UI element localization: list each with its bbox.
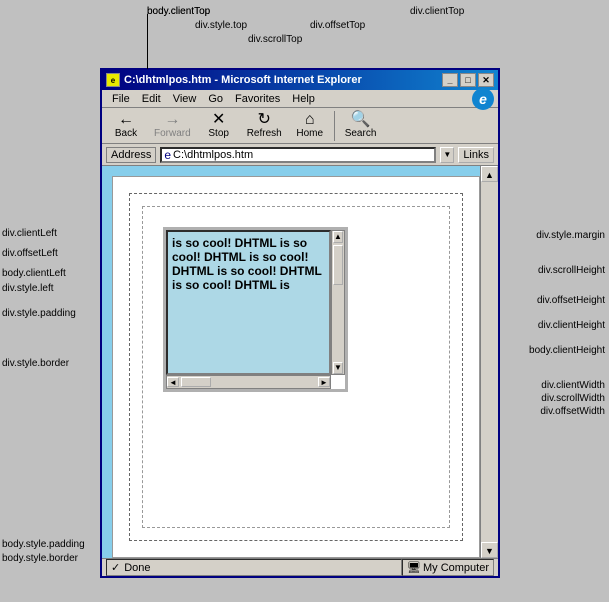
content-scrollbar-v[interactable]: ▲ ▼ <box>480 166 498 558</box>
label-div-client-height: div.clientHeight <box>538 320 605 331</box>
menu-go[interactable]: Go <box>202 91 229 107</box>
content-scroll-down[interactable]: ▼ <box>481 542 498 558</box>
inner-dashed-box: is so cool! DHTML is so cool! DHTML is s… <box>142 206 450 528</box>
address-ie-icon: e <box>164 148 171 162</box>
menu-favorites[interactable]: Favorites <box>229 91 286 107</box>
maximize-button[interactable]: □ <box>460 73 476 87</box>
status-icon: ✓ <box>111 561 120 574</box>
label-body-style-border: body.style.border <box>2 553 78 564</box>
content-scroll-up[interactable]: ▲ <box>481 166 498 182</box>
label-div-scroll-width: div.scrollWidth <box>541 393 605 404</box>
scroll-down-btn[interactable]: ▼ <box>333 362 343 374</box>
status-zone: My Computer <box>423 562 489 574</box>
scroll-hthumb[interactable] <box>181 377 211 387</box>
menu-file[interactable]: File <box>106 91 136 107</box>
title-bar-left: e C:\dhtmlpos.htm - Microsoft Internet E… <box>106 73 362 87</box>
minimize-button[interactable]: _ <box>442 73 458 87</box>
label-div-style-top: div.style.top <box>195 20 247 31</box>
search-icon: 🔍 <box>351 112 371 128</box>
toolbar-separator <box>334 111 335 141</box>
page-content: is so cool! DHTML is so cool! DHTML is s… <box>112 176 480 558</box>
label-div-client-left: div.clientLeft <box>2 228 57 239</box>
title-bar: e C:\dhtmlpos.htm - Microsoft Internet E… <box>102 70 498 90</box>
arrow-body-client-top <box>147 14 148 69</box>
label-body-client-top-2: body.clientTop <box>147 6 210 17</box>
label-div-style-padding: div.style.padding <box>2 308 76 319</box>
scroll-left-btn[interactable]: ◄ <box>167 377 179 387</box>
forward-icon: → <box>164 112 180 128</box>
title-buttons: _ □ ✕ <box>442 73 494 87</box>
forward-label: Forward <box>154 128 191 139</box>
home-button[interactable]: ⌂ Home <box>290 110 330 141</box>
div-text: is so cool! DHTML is so cool! DHTML is s… <box>172 236 322 292</box>
status-done: Done <box>124 562 150 574</box>
status-bar: ✓ Done 🖥 My Computer <box>102 558 498 576</box>
back-icon: ← <box>118 112 134 128</box>
menu-bar: File Edit View Go Favorites Help e <box>102 90 498 108</box>
refresh-label: Refresh <box>247 128 282 139</box>
ie-logo: e <box>472 88 494 110</box>
label-body-client-height: body.clientHeight <box>529 345 605 356</box>
div-scrollbar-v[interactable]: ▲ ▼ <box>331 230 345 375</box>
content-area: is so cool! DHTML is so cool! DHTML is s… <box>102 166 498 576</box>
address-bar: Address e C:\dhtmlpos.htm ▼ Links <box>102 144 498 166</box>
label-div-offset-top: div.offsetTop <box>310 20 365 31</box>
label-client-top: div.clientTop <box>410 6 464 17</box>
div-scrollbar-h[interactable]: ◄ ► <box>166 375 331 389</box>
search-label: Search <box>345 128 377 139</box>
label-div-scroll-height: div.scrollHeight <box>538 265 605 276</box>
label-div-offset-left: div.offsetLeft <box>2 248 58 259</box>
outer-dashed-box: is so cool! DHTML is so cool! DHTML is s… <box>129 193 463 541</box>
stop-label: Stop <box>208 128 229 139</box>
address-label: Address <box>106 147 156 163</box>
toolbar: ← Back → Forward ✕ Stop ↻ Refresh ⌂ Home… <box>102 108 498 144</box>
back-button[interactable]: ← Back <box>106 110 146 141</box>
back-label: Back <box>115 128 137 139</box>
status-right: 🖥 My Computer <box>402 559 494 576</box>
refresh-button[interactable]: ↻ Refresh <box>241 110 288 141</box>
scroll-up-btn[interactable]: ▲ <box>333 231 343 243</box>
address-value: C:\dhtmlpos.htm <box>173 149 253 161</box>
close-button[interactable]: ✕ <box>478 73 494 87</box>
div-content: is so cool! DHTML is so cool! DHTML is s… <box>166 230 331 375</box>
window-title: C:\dhtmlpos.htm - Microsoft Internet Exp… <box>124 74 362 86</box>
home-label: Home <box>296 128 323 139</box>
address-dropdown[interactable]: ▼ <box>440 147 454 163</box>
stop-button[interactable]: ✕ Stop <box>199 110 239 141</box>
menu-edit[interactable]: Edit <box>136 91 167 107</box>
label-div-scroll-top: div.scrollTop <box>248 34 302 45</box>
label-div-offset-height: div.offsetHeight <box>537 295 605 306</box>
menu-help[interactable]: Help <box>286 91 321 107</box>
label-div-client-width: div.clientWidth <box>541 380 605 391</box>
address-input[interactable]: e C:\dhtmlpos.htm <box>160 147 436 163</box>
scrollable-div: is so cool! DHTML is so cool! DHTML is s… <box>163 227 348 392</box>
search-button[interactable]: 🔍 Search <box>339 110 383 141</box>
ie-window: e C:\dhtmlpos.htm - Microsoft Internet E… <box>100 68 500 578</box>
label-div-style-left: div.style.left <box>2 283 54 294</box>
home-icon: ⌂ <box>305 112 315 128</box>
label-div-offset-width: div.offsetWidth <box>540 406 605 417</box>
forward-button[interactable]: → Forward <box>148 110 197 141</box>
label-div-style-border: div.style.border <box>2 358 69 369</box>
status-left: ✓ Done <box>106 559 402 576</box>
links-button[interactable]: Links <box>458 147 494 163</box>
refresh-icon: ↻ <box>257 112 270 128</box>
scroll-thumb[interactable] <box>333 245 343 285</box>
scroll-right-btn[interactable]: ► <box>318 377 330 387</box>
menu-view[interactable]: View <box>167 91 203 107</box>
ie-title-icon: e <box>106 73 120 87</box>
label-div-style-margin: div.style.margin <box>536 230 605 241</box>
stop-icon: ✕ <box>212 112 225 128</box>
label-body-client-left: body.clientLeft <box>2 268 66 279</box>
label-body-style-padding: body.style.padding <box>2 539 85 550</box>
monitor-icon: 🖥 <box>407 561 421 574</box>
